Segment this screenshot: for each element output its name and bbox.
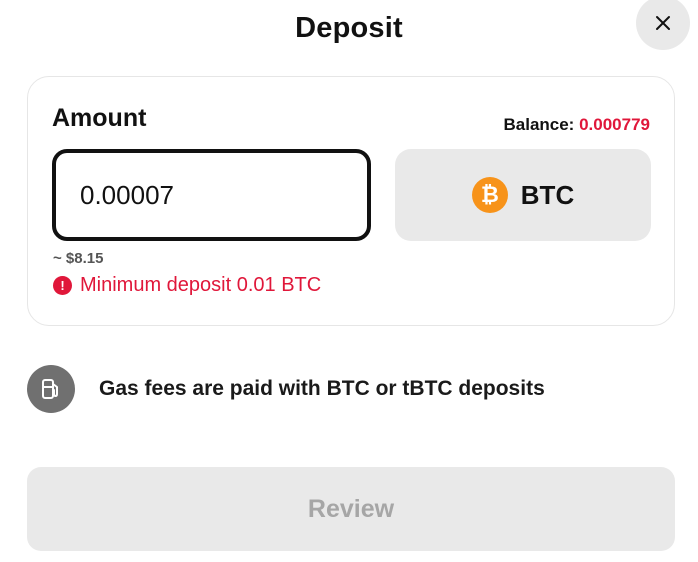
gas-info: Gas fees are paid with BTC or tBTC depos…: [27, 365, 545, 413]
deposit-card: Amount Balance: 0.000779 ₿ BTC ~ $8.15 !…: [27, 76, 675, 326]
token-selector[interactable]: ₿ BTC: [395, 149, 651, 241]
error-message: ! Minimum deposit 0.01 BTC: [53, 274, 321, 297]
balance: Balance: 0.000779: [503, 115, 650, 135]
dialog-title: Deposit: [295, 12, 403, 44]
close-icon: [656, 16, 670, 30]
token-symbol: BTC: [520, 179, 575, 210]
balance-value: 0.000779: [579, 115, 650, 134]
alert-icon: !: [53, 276, 72, 295]
gas-info-text: Gas fees are paid with BTC or tBTC depos…: [99, 377, 545, 400]
gas-pump-icon: [27, 365, 75, 413]
amount-input[interactable]: [52, 149, 371, 241]
usd-value: ~ $8.15: [53, 250, 104, 267]
bitcoin-icon: ₿: [471, 177, 508, 213]
amount-label: Amount: [52, 104, 147, 132]
balance-label: Balance:: [503, 115, 575, 134]
error-text: Minimum deposit 0.01 BTC: [80, 274, 322, 296]
review-button[interactable]: Review: [27, 467, 675, 551]
